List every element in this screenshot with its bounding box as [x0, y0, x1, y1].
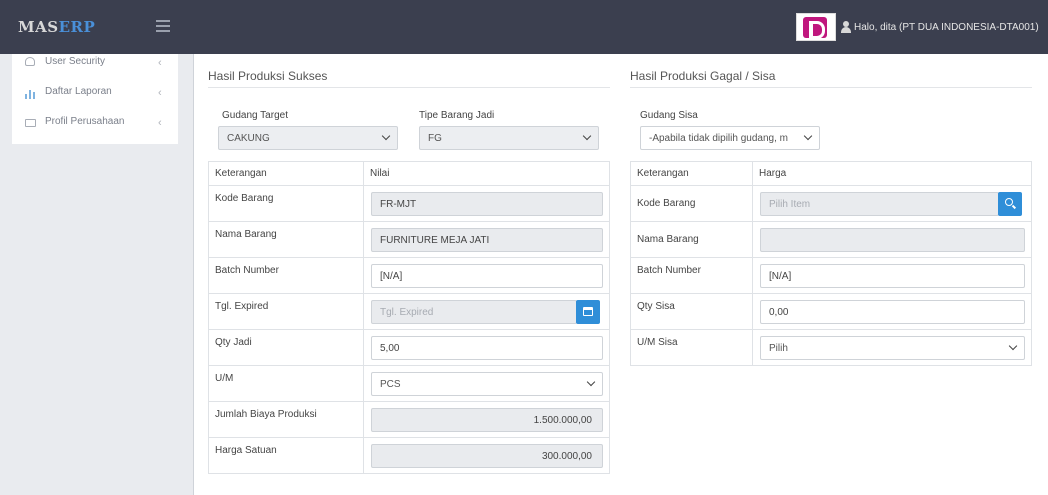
table-header-row: Keterangan Nilai: [208, 161, 610, 186]
table-row: Batch Number [N/A]: [630, 257, 1032, 294]
column-header: Harga: [752, 161, 1032, 186]
row-label: Nama Barang: [630, 221, 753, 258]
table-row: Tgl. Expired Tgl. Expired: [208, 293, 610, 330]
chevron-down-icon: [803, 131, 813, 141]
row-label: Kode Barang: [630, 185, 753, 222]
chevron-down-icon: [586, 377, 596, 387]
logo-text-mas: MAS: [18, 18, 59, 36]
row-label: Batch Number: [630, 257, 753, 294]
search-icon: [1005, 198, 1013, 206]
sidebar-item-daftar-laporan[interactable]: Daftar Laporan ‹: [12, 84, 178, 108]
chevron-left-icon: ‹: [158, 57, 162, 69]
row-label: Harga Satuan: [208, 437, 364, 474]
gudang-target-label: Gudang Target: [222, 110, 288, 121]
row-label: Qty Sisa: [630, 293, 753, 330]
bar-chart-icon: [25, 88, 37, 99]
user-icon: [841, 21, 851, 33]
section-title-success: Hasil Produksi Sukses: [208, 69, 328, 83]
row-label: Jumlah Biaya Produksi: [208, 401, 364, 438]
row-label: Kode Barang: [208, 185, 364, 222]
calendar-icon: [583, 307, 593, 316]
company-logo: [796, 13, 836, 41]
menu-toggle-icon[interactable]: [156, 20, 170, 32]
sidebar-item-user-security[interactable]: User Security ‹: [12, 54, 178, 78]
divider: [630, 87, 1032, 88]
table-row: Kode Barang Pilih Item: [630, 185, 1032, 222]
row-label: U/M Sisa: [630, 329, 753, 366]
gudang-target-select[interactable]: CAKUNG: [218, 126, 398, 150]
row-label: U/M: [208, 365, 364, 402]
search-item-button[interactable]: [998, 192, 1022, 216]
chevron-down-icon: [582, 131, 592, 141]
sidebar: User Security ‹ Daftar Laporan ‹ Profil …: [12, 54, 178, 144]
user-greeting[interactable]: Halo, dita (PT DUA INDONESIA-DTA001): [854, 22, 1039, 33]
qty-jadi-input[interactable]: 5,00: [371, 336, 603, 360]
users-icon: [25, 57, 35, 66]
sidebar-item-label: User Security: [45, 56, 106, 67]
logo-text-erp: ERP: [58, 18, 96, 36]
batch-number-input[interactable]: [N/A]: [371, 264, 603, 288]
table-row: Harga Satuan 300.000,00: [208, 437, 610, 474]
tipe-barang-select[interactable]: FG: [419, 126, 599, 150]
chevron-down-icon: [381, 131, 391, 141]
calendar-button[interactable]: [576, 300, 600, 324]
table-row: Kode Barang FR-MJT: [208, 185, 610, 222]
sidebar-item-profil-perusahaan[interactable]: Profil Perusahaan ‹: [12, 114, 178, 138]
section-title-failed: Hasil Produksi Gagal / Sisa: [630, 69, 776, 83]
chevron-left-icon: ‹: [158, 87, 162, 99]
harga-satuan-field: 300.000,00: [371, 444, 603, 468]
nama-barang-field: FURNITURE MEJA JATI: [371, 228, 603, 252]
um-sisa-select[interactable]: Pilih: [760, 336, 1025, 360]
column-header: Keterangan: [208, 161, 364, 186]
row-label: Tgl. Expired: [208, 293, 364, 330]
sidebar-item-label: Profil Perusahaan: [45, 116, 125, 127]
table-row: Qty Sisa 0,00: [630, 293, 1032, 330]
tipe-barang-label: Tipe Barang Jadi: [419, 110, 495, 121]
um-sisa-value: Pilih: [769, 343, 788, 354]
table-row: Jumlah Biaya Produksi 1.500.000,00: [208, 401, 610, 438]
table-row: Qty Jadi 5,00: [208, 329, 610, 366]
app-logo[interactable]: MASERP: [18, 18, 95, 36]
table-row: Nama Barang: [630, 221, 1032, 258]
jumlah-biaya-field: 1.500.000,00: [371, 408, 603, 432]
tgl-expired-input[interactable]: Tgl. Expired: [371, 300, 577, 324]
chevron-down-icon: [1008, 341, 1018, 351]
qty-sisa-input[interactable]: 0,00: [760, 300, 1025, 324]
kode-barang-field: FR-MJT: [371, 192, 603, 216]
success-table: Keterangan Nilai Kode Barang FR-MJT Nama…: [208, 161, 610, 474]
table-row: U/M PCS: [208, 365, 610, 402]
main-panel: Hasil Produksi Sukses Gudang Target CAKU…: [193, 54, 1048, 495]
row-label: Nama Barang: [208, 221, 364, 258]
failed-table: Keterangan Harga Kode Barang Pilih Item …: [630, 161, 1032, 366]
table-row: Batch Number [N/A]: [208, 257, 610, 294]
row-label: Qty Jadi: [208, 329, 364, 366]
top-navbar: MASERP Halo, dita (PT DUA INDONESIA-DTA0…: [0, 0, 1048, 54]
pilih-item-input[interactable]: Pilih Item: [760, 192, 999, 216]
divider: [208, 87, 610, 88]
chevron-left-icon: ‹: [158, 117, 162, 129]
gudang-sisa-value: -Apabila tidak dipilih gudang, m: [649, 133, 788, 144]
sidebar-item-label: Daftar Laporan: [45, 86, 112, 97]
gudang-target-value: CAKUNG: [227, 133, 270, 144]
table-row: Nama Barang FURNITURE MEJA JATI: [208, 221, 610, 258]
row-label: Batch Number: [208, 257, 364, 294]
column-header: Nilai: [363, 161, 610, 186]
tipe-barang-value: FG: [428, 133, 442, 144]
um-select[interactable]: PCS: [371, 372, 603, 396]
column-header: Keterangan: [630, 161, 753, 186]
nama-barang-sisa-field: [760, 228, 1025, 252]
gudang-sisa-label: Gudang Sisa: [640, 110, 698, 121]
table-row: U/M Sisa Pilih: [630, 329, 1032, 366]
table-header-row: Keterangan Harga: [630, 161, 1032, 186]
um-value: PCS: [380, 379, 401, 390]
batch-number-sisa-input[interactable]: [N/A]: [760, 264, 1025, 288]
window-icon: [25, 119, 36, 127]
gudang-sisa-select[interactable]: -Apabila tidak dipilih gudang, m: [640, 126, 820, 150]
